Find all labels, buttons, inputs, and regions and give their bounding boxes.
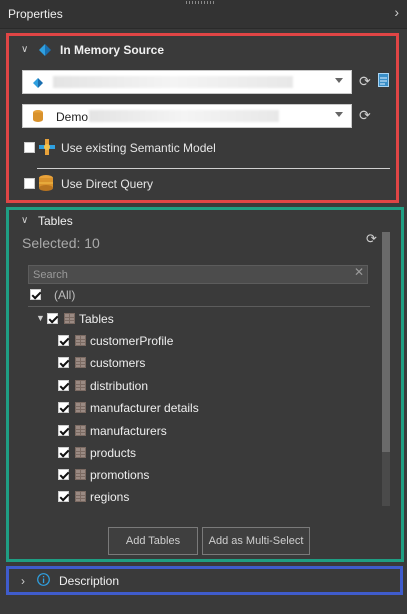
table-checkbox[interactable] (58, 335, 69, 346)
table-icon (64, 313, 75, 324)
search-placeholder: Search (33, 269, 68, 281)
chevron-down-icon[interactable]: ∨ (21, 44, 28, 55)
table-icon (75, 425, 86, 436)
tables-search-input[interactable]: Search (28, 265, 368, 284)
table-icon (75, 469, 86, 480)
panel-title: Properties (8, 7, 63, 21)
use-semantic-model-checkbox[interactable] (24, 142, 35, 153)
selected-count: Selected: 10 (22, 235, 100, 251)
table-checkbox[interactable] (58, 425, 69, 436)
server-dropdown[interactable] (22, 70, 352, 94)
table-label: manufacturers (90, 424, 167, 438)
dropdown-arrow-icon (335, 112, 343, 117)
database-value-redacted (89, 110, 279, 122)
chevron-down-icon[interactable]: ∨ (21, 215, 28, 226)
database-value: Demo (56, 110, 89, 124)
tables-title: Tables (38, 214, 73, 228)
server-value-redacted (53, 76, 293, 88)
table-label: customerProfile (90, 334, 174, 348)
source-title: In Memory Source (60, 43, 165, 57)
table-label: regions (90, 490, 130, 504)
chevron-right-icon[interactable]: › (21, 574, 25, 588)
server-details-icon[interactable] (378, 73, 389, 87)
table-row[interactable]: regions (0, 489, 300, 504)
table-label: manufacturer details (90, 401, 199, 415)
database-dropdown[interactable]: Demo (22, 104, 352, 128)
refresh-database-icon[interactable]: ⟳ (359, 107, 371, 124)
table-icon (75, 491, 86, 502)
table-label: promotions (90, 468, 150, 482)
table-checkbox[interactable] (58, 357, 69, 368)
table-checkbox[interactable] (58, 491, 69, 502)
table-label: products (90, 446, 137, 460)
dropdown-arrow-icon (335, 78, 343, 83)
expand-tree-icon[interactable]: ▼ (36, 313, 45, 323)
description-title: Description (59, 574, 120, 588)
table-checkbox[interactable] (58, 380, 69, 391)
resize-grip[interactable] (186, 1, 216, 4)
table-checkbox[interactable] (58, 402, 69, 413)
add-tables-button[interactable]: Add Tables (108, 527, 198, 555)
table-icon (75, 335, 86, 346)
use-direct-query-label: Use Direct Query (61, 177, 154, 191)
all-checkbox[interactable] (30, 289, 41, 300)
direct-query-icon (39, 175, 53, 191)
refresh-server-icon[interactable]: ⟳ (359, 73, 371, 90)
all-label: (All) (54, 288, 76, 302)
table-checkbox[interactable] (58, 469, 69, 480)
clear-search-icon[interactable]: ✕ (354, 265, 364, 279)
tables-root-label: Tables (79, 312, 114, 326)
table-label: customers (90, 356, 146, 370)
refresh-tables-icon[interactable]: ⟳ (366, 231, 377, 247)
add-as-multi-select-button[interactable]: Add as Multi-Select (202, 527, 310, 555)
table-icon (75, 402, 86, 413)
table-icon (75, 380, 86, 391)
server-icon (33, 77, 43, 88)
collapse-panel-icon[interactable]: › (394, 4, 399, 20)
tables-root-checkbox[interactable] (47, 313, 58, 324)
table-icon (75, 447, 86, 458)
table-icon (75, 357, 86, 368)
database-icon (33, 110, 43, 122)
use-direct-query-checkbox[interactable] (24, 178, 35, 189)
use-semantic-model-label: Use existing Semantic Model (61, 141, 216, 155)
tables-scrollbar-thumb[interactable] (382, 232, 390, 452)
table-checkbox[interactable] (58, 447, 69, 458)
semantic-model-icon (39, 139, 55, 155)
table-label: distribution (90, 379, 149, 393)
divider (37, 168, 390, 169)
info-icon (37, 573, 50, 586)
divider (28, 306, 370, 307)
in-memory-source-icon (39, 44, 52, 56)
